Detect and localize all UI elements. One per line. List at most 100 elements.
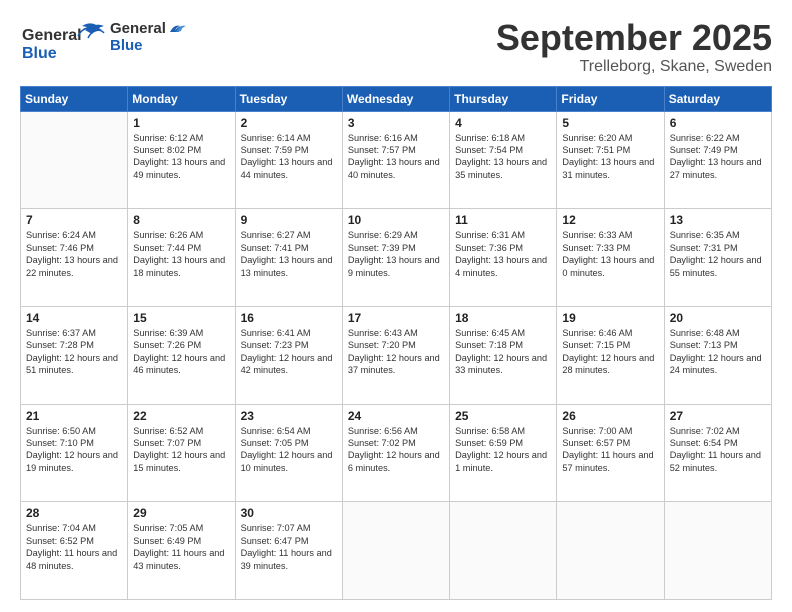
- day-number: 27: [670, 409, 766, 423]
- table-row: 30Sunrise: 7:07 AMSunset: 6:47 PMDayligh…: [235, 502, 342, 600]
- header-saturday: Saturday: [664, 86, 771, 111]
- header-friday: Friday: [557, 86, 664, 111]
- day-number: 1: [133, 116, 229, 130]
- calendar-header-row: Sunday Monday Tuesday Wednesday Thursday…: [21, 86, 772, 111]
- calendar-week-row: 1 Sunrise: 6:12 AMSunset: 8:02 PMDaylight…: [21, 111, 772, 209]
- cell-details: Sunrise: 6:14 AMSunset: 7:59 PMDaylight:…: [241, 132, 337, 182]
- cell-details: Sunrise: 6:31 AMSunset: 7:36 PMDaylight:…: [455, 229, 551, 279]
- table-row: 21 Sunrise: 6:50 AMSunset: 7:10 PMDayligh…: [21, 404, 128, 502]
- day-number: 29: [133, 506, 229, 520]
- day-number: 4: [455, 116, 551, 130]
- table-row: 9 Sunrise: 6:27 AMSunset: 7:41 PMDaylight…: [235, 209, 342, 307]
- cell-details: Sunrise: 6:24 AMSunset: 7:46 PMDaylight:…: [26, 229, 122, 279]
- cell-details: Sunrise: 6:58 AMSunset: 6:59 PMDaylight:…: [455, 425, 551, 475]
- table-row: [664, 502, 771, 600]
- calendar-week-row: 7 Sunrise: 6:24 AMSunset: 7:46 PMDaylight…: [21, 209, 772, 307]
- cell-details: Sunrise: 6:48 AMSunset: 7:13 PMDaylight:…: [670, 327, 766, 377]
- day-number: 6: [670, 116, 766, 130]
- cell-details: Sunrise: 6:33 AMSunset: 7:33 PMDaylight:…: [562, 229, 658, 279]
- cell-details: Sunrise: 6:29 AMSunset: 7:39 PMDaylight:…: [348, 229, 444, 279]
- table-row: 29Sunrise: 7:05 AMSunset: 6:49 PMDayligh…: [128, 502, 235, 600]
- table-row: 17 Sunrise: 6:43 AMSunset: 7:20 PMDayligh…: [342, 306, 449, 404]
- day-number: 3: [348, 116, 444, 130]
- table-row: 2 Sunrise: 6:14 AMSunset: 7:59 PMDaylight…: [235, 111, 342, 209]
- table-row: 24Sunrise: 6:56 AMSunset: 7:02 PMDayligh…: [342, 404, 449, 502]
- table-row: 26 Sunrise: 7:00 AMSunset: 6:57 PMDayligh…: [557, 404, 664, 502]
- day-number: 30: [241, 506, 337, 520]
- cell-details: Sunrise: 6:54 AMSunset: 7:05 PMDaylight:…: [241, 425, 337, 475]
- cell-details: Sunrise: 6:43 AMSunset: 7:20 PMDaylight:…: [348, 327, 444, 377]
- logo-general-text: General: [110, 20, 166, 37]
- logo-bird-icon: [168, 22, 190, 36]
- table-row: 12Sunrise: 6:33 AMSunset: 7:33 PMDayligh…: [557, 209, 664, 307]
- cell-details: Sunrise: 6:41 AMSunset: 7:23 PMDaylight:…: [241, 327, 337, 377]
- logo-svg: General Blue: [20, 18, 110, 68]
- table-row: 3 Sunrise: 6:16 AMSunset: 7:57 PMDaylight…: [342, 111, 449, 209]
- cell-details: Sunrise: 6:35 AMSunset: 7:31 PMDaylight:…: [670, 229, 766, 279]
- cell-details: Sunrise: 6:22 AMSunset: 7:49 PMDaylight:…: [670, 132, 766, 182]
- header: General Blue General Blue: [20, 18, 772, 76]
- cell-details: Sunrise: 7:04 AMSunset: 6:52 PMDaylight:…: [26, 522, 122, 572]
- day-number: 2: [241, 116, 337, 130]
- day-number: 20: [670, 311, 766, 325]
- table-row: 11 Sunrise: 6:31 AMSunset: 7:36 PMDayligh…: [450, 209, 557, 307]
- day-number: 26: [562, 409, 658, 423]
- table-row: 16Sunrise: 6:41 AMSunset: 7:23 PMDayligh…: [235, 306, 342, 404]
- day-number: 14: [26, 311, 122, 325]
- cell-details: Sunrise: 7:00 AMSunset: 6:57 PMDaylight:…: [562, 425, 658, 475]
- table-row: 1 Sunrise: 6:12 AMSunset: 8:02 PMDaylight…: [128, 111, 235, 209]
- day-number: 23: [241, 409, 337, 423]
- calendar-week-row: 21 Sunrise: 6:50 AMSunset: 7:10 PMDayligh…: [21, 404, 772, 502]
- cell-details: Sunrise: 6:20 AMSunset: 7:51 PMDaylight:…: [562, 132, 658, 182]
- day-number: 7: [26, 213, 122, 227]
- day-number: 17: [348, 311, 444, 325]
- cell-details: Sunrise: 6:56 AMSunset: 7:02 PMDaylight:…: [348, 425, 444, 475]
- table-row: 14 Sunrise: 6:37 AMSunset: 7:28 PMDayligh…: [21, 306, 128, 404]
- header-tuesday: Tuesday: [235, 86, 342, 111]
- table-row: [21, 111, 128, 209]
- page: General Blue General Blue: [0, 0, 792, 612]
- day-number: 11: [455, 213, 551, 227]
- location-subtitle: Trelleborg, Skane, Sweden: [496, 58, 772, 76]
- month-title: September 2025: [496, 18, 772, 58]
- cell-details: Sunrise: 6:37 AMSunset: 7:28 PMDaylight:…: [26, 327, 122, 377]
- day-number: 28: [26, 506, 122, 520]
- calendar-week-row: 28 Sunrise: 7:04 AMSunset: 6:52 PMDayligh…: [21, 502, 772, 600]
- day-number: 9: [241, 213, 337, 227]
- table-row: 25 Sunrise: 6:58 AMSunset: 6:59 PMDayligh…: [450, 404, 557, 502]
- calendar-table: Sunday Monday Tuesday Wednesday Thursday…: [20, 86, 772, 600]
- cell-details: Sunrise: 6:16 AMSunset: 7:57 PMDaylight:…: [348, 132, 444, 182]
- table-row: [342, 502, 449, 600]
- cell-details: Sunrise: 6:50 AMSunset: 7:10 PMDaylight:…: [26, 425, 122, 475]
- cell-details: Sunrise: 6:18 AMSunset: 7:54 PMDaylight:…: [455, 132, 551, 182]
- cell-details: Sunrise: 7:02 AMSunset: 6:54 PMDaylight:…: [670, 425, 766, 475]
- table-row: 20 Sunrise: 6:48 AMSunset: 7:13 PMDayligh…: [664, 306, 771, 404]
- table-row: 19Sunrise: 6:46 AMSunset: 7:15 PMDayligh…: [557, 306, 664, 404]
- table-row: 5 Sunrise: 6:20 AMSunset: 7:51 PMDaylight…: [557, 111, 664, 209]
- table-row: 28 Sunrise: 7:04 AMSunset: 6:52 PMDayligh…: [21, 502, 128, 600]
- svg-text:Blue: Blue: [22, 45, 57, 62]
- table-row: 23 Sunrise: 6:54 AMSunset: 7:05 PMDayligh…: [235, 404, 342, 502]
- table-row: 8 Sunrise: 6:26 AMSunset: 7:44 PMDaylight…: [128, 209, 235, 307]
- cell-details: Sunrise: 6:39 AMSunset: 7:26 PMDaylight:…: [133, 327, 229, 377]
- cell-details: Sunrise: 6:26 AMSunset: 7:44 PMDaylight:…: [133, 229, 229, 279]
- day-number: 5: [562, 116, 658, 130]
- day-number: 8: [133, 213, 229, 227]
- table-row: 7 Sunrise: 6:24 AMSunset: 7:46 PMDaylight…: [21, 209, 128, 307]
- cell-details: Sunrise: 6:27 AMSunset: 7:41 PMDaylight:…: [241, 229, 337, 279]
- cell-details: Sunrise: 6:12 AMSunset: 8:02 PMDaylight:…: [133, 132, 229, 182]
- table-row: 6 Sunrise: 6:22 AMSunset: 7:49 PMDaylight…: [664, 111, 771, 209]
- day-number: 21: [26, 409, 122, 423]
- header-sunday: Sunday: [21, 86, 128, 111]
- table-row: 27 Sunrise: 7:02 AMSunset: 6:54 PMDayligh…: [664, 404, 771, 502]
- day-number: 10: [348, 213, 444, 227]
- calendar-week-row: 14 Sunrise: 6:37 AMSunset: 7:28 PMDayligh…: [21, 306, 772, 404]
- svg-text:General: General: [22, 27, 82, 44]
- day-number: 25: [455, 409, 551, 423]
- table-row: [450, 502, 557, 600]
- day-number: 19: [562, 311, 658, 325]
- day-number: 13: [670, 213, 766, 227]
- table-row: 4 Sunrise: 6:18 AMSunset: 7:54 PMDaylight…: [450, 111, 557, 209]
- cell-details: Sunrise: 6:45 AMSunset: 7:18 PMDaylight:…: [455, 327, 551, 377]
- table-row: 10 Sunrise: 6:29 AMSunset: 7:39 PMDayligh…: [342, 209, 449, 307]
